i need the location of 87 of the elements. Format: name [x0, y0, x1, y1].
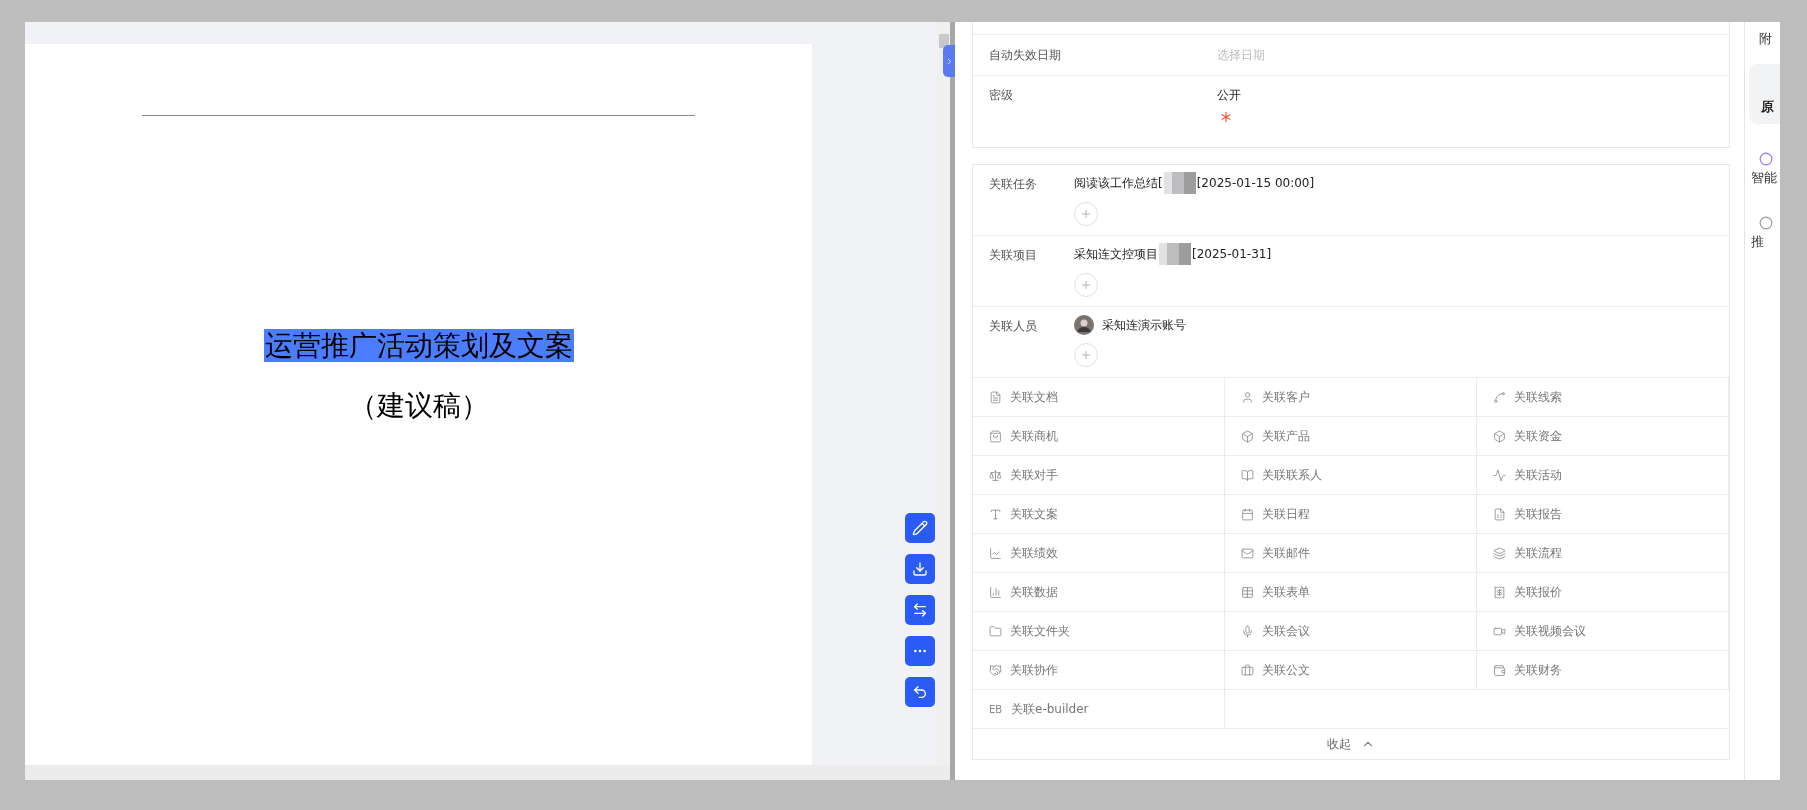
text-icon [989, 507, 1002, 521]
link-type-item[interactable]: 关联联系人 [1225, 456, 1477, 495]
avatar [1074, 315, 1094, 335]
swap-button[interactable] [905, 595, 935, 625]
side-label: 原 [1761, 97, 1774, 116]
link-type-item[interactable]: 关联报告 [1477, 495, 1729, 534]
field-value: 公开 [1217, 87, 1241, 104]
layers-icon [1493, 546, 1506, 560]
link-type-item[interactable]: 关联商机 [973, 417, 1225, 456]
link-type-item[interactable]: 关联线索 [1477, 378, 1729, 417]
link-type-item[interactable]: 关联流程 [1477, 534, 1729, 573]
link-type-item[interactable]: 关联客户 [1225, 378, 1477, 417]
plus-icon [1080, 349, 1092, 361]
link-type-item[interactable]: 关联邮件 [1225, 534, 1477, 573]
document-icon [989, 390, 1002, 404]
field-label: 自动失效日期 [988, 47, 1062, 64]
link-type-item[interactable]: 关联文档 [973, 378, 1225, 417]
report-icon [1493, 507, 1506, 521]
microphone-icon [1241, 624, 1254, 638]
side-label: 智能 [1751, 169, 1777, 187]
download-button[interactable] [905, 554, 935, 584]
plus-icon [1080, 208, 1092, 220]
line-chart-icon [989, 546, 1002, 560]
link-type-item[interactable]: 关联数据 [973, 573, 1225, 612]
plus-icon [1080, 279, 1092, 291]
document-title: 运营推广活动策划及文案 [263, 329, 574, 362]
bag-icon [989, 429, 1002, 443]
calendar-icon [1241, 507, 1254, 521]
link-type-item[interactable]: 关联活动 [1477, 456, 1729, 495]
link-type-item[interactable]: 关联财务 [1477, 651, 1729, 690]
download-icon [912, 561, 928, 577]
field-label: 密级 [988, 87, 1014, 104]
edit-button[interactable] [905, 513, 935, 543]
book-icon [1241, 468, 1254, 482]
link-type-item[interactable]: 关联对手 [973, 456, 1225, 495]
collapse-button[interactable]: 收起 [973, 729, 1729, 759]
link-type-item[interactable]: 关联视频会议 [1477, 612, 1729, 651]
record-date: [2025-01-15 00:00] [1196, 175, 1315, 192]
link-type-item[interactable]: 关联文件夹 [973, 612, 1225, 651]
record-name[interactable]: 阅读该工作总结[ [1074, 174, 1163, 192]
link-type-item[interactable]: 关联日程 [1225, 495, 1477, 534]
edit-icon [912, 520, 928, 536]
link-type-item[interactable]: 关联文案 [973, 495, 1225, 534]
relation-label: 关联项目 [988, 247, 1038, 262]
swap-icon [912, 602, 928, 618]
circle-icon[interactable] [1759, 152, 1773, 166]
cube-icon [1241, 429, 1254, 443]
side-label: 推 [1751, 232, 1764, 251]
link-type-item[interactable]: 关联产品 [1225, 417, 1477, 456]
mail-icon [1241, 546, 1254, 560]
wallet-icon [1493, 663, 1506, 677]
activity-icon [1493, 468, 1506, 482]
path-icon [1493, 390, 1506, 404]
link-type-item[interactable]: 关联绩效 [973, 534, 1225, 573]
link-type-item[interactable]: 关联协作 [973, 651, 1225, 690]
relation-label: 关联任务 [988, 176, 1038, 191]
folder-icon [989, 624, 1002, 638]
bar-chart-icon [989, 585, 1002, 599]
link-type-item[interactable]: 关联公文 [1225, 651, 1477, 690]
table-icon [1241, 585, 1254, 599]
link-type-item[interactable]: 关联会议 [1225, 612, 1477, 651]
circle-icon[interactable] [1759, 215, 1773, 230]
expand-tab[interactable] [943, 45, 955, 77]
cube-icon [1493, 429, 1506, 443]
receipt-icon [1493, 585, 1506, 599]
handshake-icon [989, 663, 1002, 677]
link-type-item[interactable]: 关联表单 [1225, 573, 1477, 612]
undo-icon [912, 684, 928, 700]
record-date: [2025-01-31] [1192, 246, 1272, 263]
user-icon [1241, 390, 1254, 404]
relation-label: 关联人员 [988, 318, 1038, 333]
link-type-item[interactable]: 关联报价 [1477, 573, 1729, 612]
side-tab[interactable]: 原 [1749, 64, 1780, 124]
link-type-item[interactable]: 关联资金 [1477, 417, 1729, 456]
undo-button[interactable] [905, 677, 935, 707]
more-button[interactable] [905, 636, 935, 666]
date-field[interactable]: 选择日期 [1217, 46, 1517, 64]
record-name[interactable]: 采知连文控项目 [1074, 245, 1158, 263]
person-name[interactable]: 采知连演示账号 [1102, 316, 1186, 334]
side-label: 附 [1759, 31, 1772, 46]
horizontal-scrollbar[interactable] [25, 765, 950, 780]
document-subtitle: （建议稿） [348, 388, 489, 424]
briefcase-icon [1241, 663, 1254, 677]
vertical-scrollbar[interactable] [937, 22, 950, 765]
eb-icon: EB [989, 701, 1003, 717]
link-type-item[interactable]: EB 关联e-builder [973, 690, 1225, 729]
scale-icon [989, 468, 1002, 482]
